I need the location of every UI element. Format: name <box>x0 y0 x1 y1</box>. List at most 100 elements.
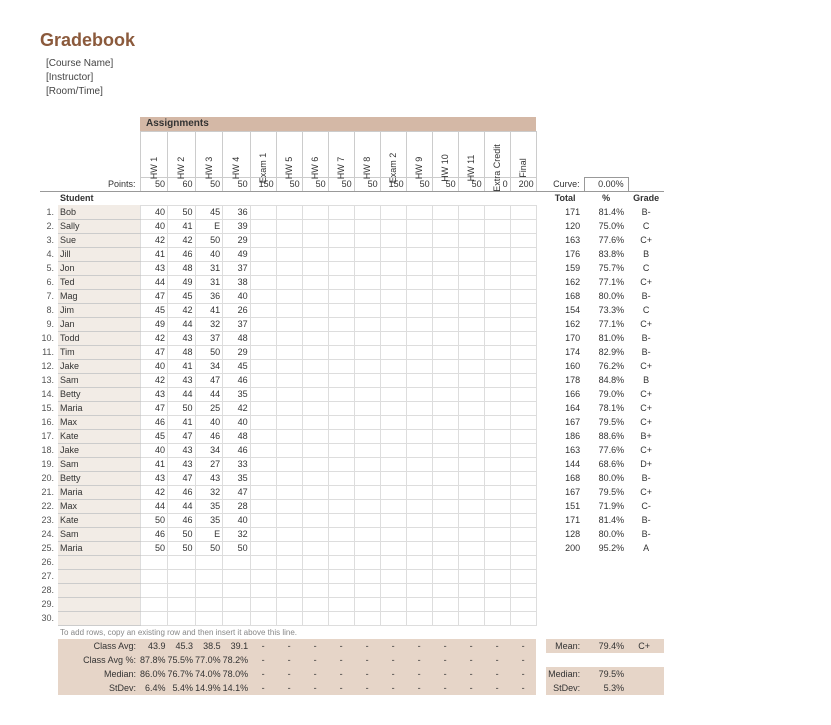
score-cell[interactable] <box>354 247 380 261</box>
score-cell[interactable] <box>302 415 328 429</box>
score-cell[interactable] <box>458 247 484 261</box>
score-cell[interactable] <box>432 345 458 359</box>
score-cell[interactable] <box>432 233 458 247</box>
score-cell[interactable] <box>302 373 328 387</box>
score-cell[interactable] <box>510 541 536 555</box>
score-cell[interactable] <box>276 485 302 499</box>
score-cell[interactable]: 35 <box>223 471 251 485</box>
score-cell[interactable] <box>380 443 406 457</box>
score-cell[interactable] <box>484 569 510 583</box>
score-cell[interactable] <box>432 457 458 471</box>
score-cell[interactable] <box>302 443 328 457</box>
score-cell[interactable]: 43 <box>168 457 196 471</box>
score-cell[interactable] <box>510 611 536 625</box>
score-cell[interactable] <box>510 555 536 569</box>
score-cell[interactable] <box>432 261 458 275</box>
score-cell[interactable] <box>250 289 276 303</box>
score-cell[interactable]: 37 <box>223 317 251 331</box>
score-cell[interactable] <box>510 583 536 597</box>
score-cell[interactable]: 47 <box>223 485 251 499</box>
student-name[interactable]: Sam <box>58 527 140 541</box>
score-cell[interactable] <box>276 317 302 331</box>
score-cell[interactable] <box>328 583 354 597</box>
score-cell[interactable] <box>250 499 276 513</box>
score-cell[interactable]: 31 <box>195 261 223 275</box>
score-cell[interactable] <box>432 555 458 569</box>
score-cell[interactable] <box>484 289 510 303</box>
score-cell[interactable]: 45 <box>223 359 251 373</box>
score-cell[interactable] <box>484 387 510 401</box>
score-cell[interactable] <box>328 261 354 275</box>
score-cell[interactable] <box>276 611 302 625</box>
score-cell[interactable] <box>302 457 328 471</box>
score-cell[interactable] <box>223 583 251 597</box>
score-cell[interactable] <box>276 219 302 233</box>
score-cell[interactable] <box>484 275 510 289</box>
score-cell[interactable]: 43 <box>168 443 196 457</box>
score-cell[interactable] <box>458 583 484 597</box>
score-cell[interactable] <box>140 583 168 597</box>
score-cell[interactable] <box>432 387 458 401</box>
score-cell[interactable]: 49 <box>168 275 196 289</box>
score-cell[interactable]: 32 <box>195 317 223 331</box>
score-cell[interactable] <box>328 359 354 373</box>
student-name[interactable]: Sally <box>58 219 140 233</box>
score-cell[interactable]: E <box>195 527 223 541</box>
score-cell[interactable] <box>354 401 380 415</box>
score-cell[interactable] <box>380 597 406 611</box>
score-cell[interactable] <box>380 611 406 625</box>
score-cell[interactable] <box>380 569 406 583</box>
student-name[interactable]: Jake <box>58 359 140 373</box>
score-cell[interactable] <box>406 499 432 513</box>
score-cell[interactable] <box>380 527 406 541</box>
score-cell[interactable] <box>458 569 484 583</box>
score-cell[interactable] <box>250 247 276 261</box>
score-cell[interactable] <box>510 457 536 471</box>
score-cell[interactable] <box>380 415 406 429</box>
score-cell[interactable] <box>510 513 536 527</box>
score-cell[interactable] <box>195 555 223 569</box>
score-cell[interactable] <box>328 499 354 513</box>
score-cell[interactable] <box>328 485 354 499</box>
score-cell[interactable]: 42 <box>140 331 168 345</box>
score-cell[interactable] <box>380 289 406 303</box>
score-cell[interactable] <box>406 471 432 485</box>
score-cell[interactable] <box>328 415 354 429</box>
score-cell[interactable] <box>484 485 510 499</box>
score-cell[interactable] <box>406 583 432 597</box>
score-cell[interactable] <box>354 457 380 471</box>
score-cell[interactable] <box>406 387 432 401</box>
score-cell[interactable] <box>168 555 196 569</box>
score-cell[interactable] <box>380 499 406 513</box>
score-cell[interactable] <box>354 261 380 275</box>
score-cell[interactable] <box>250 317 276 331</box>
student-name[interactable]: Maria <box>58 401 140 415</box>
score-cell[interactable] <box>432 611 458 625</box>
score-cell[interactable] <box>328 387 354 401</box>
score-cell[interactable] <box>432 429 458 443</box>
score-cell[interactable] <box>510 359 536 373</box>
score-cell[interactable] <box>380 233 406 247</box>
score-cell[interactable] <box>276 429 302 443</box>
score-cell[interactable] <box>510 373 536 387</box>
score-cell[interactable] <box>406 513 432 527</box>
score-cell[interactable] <box>510 205 536 219</box>
score-cell[interactable] <box>458 499 484 513</box>
score-cell[interactable] <box>380 247 406 261</box>
score-cell[interactable]: 49 <box>140 317 168 331</box>
score-cell[interactable] <box>510 289 536 303</box>
student-name[interactable]: Sue <box>58 233 140 247</box>
score-cell[interactable] <box>380 401 406 415</box>
score-cell[interactable] <box>380 429 406 443</box>
score-cell[interactable] <box>406 275 432 289</box>
score-cell[interactable] <box>380 457 406 471</box>
score-cell[interactable] <box>276 457 302 471</box>
score-cell[interactable] <box>458 233 484 247</box>
score-cell[interactable] <box>276 387 302 401</box>
score-cell[interactable] <box>276 555 302 569</box>
score-cell[interactable]: 41 <box>195 303 223 317</box>
score-cell[interactable] <box>484 457 510 471</box>
student-name[interactable]: Jake <box>58 443 140 457</box>
score-cell[interactable] <box>328 611 354 625</box>
score-cell[interactable]: 46 <box>140 415 168 429</box>
